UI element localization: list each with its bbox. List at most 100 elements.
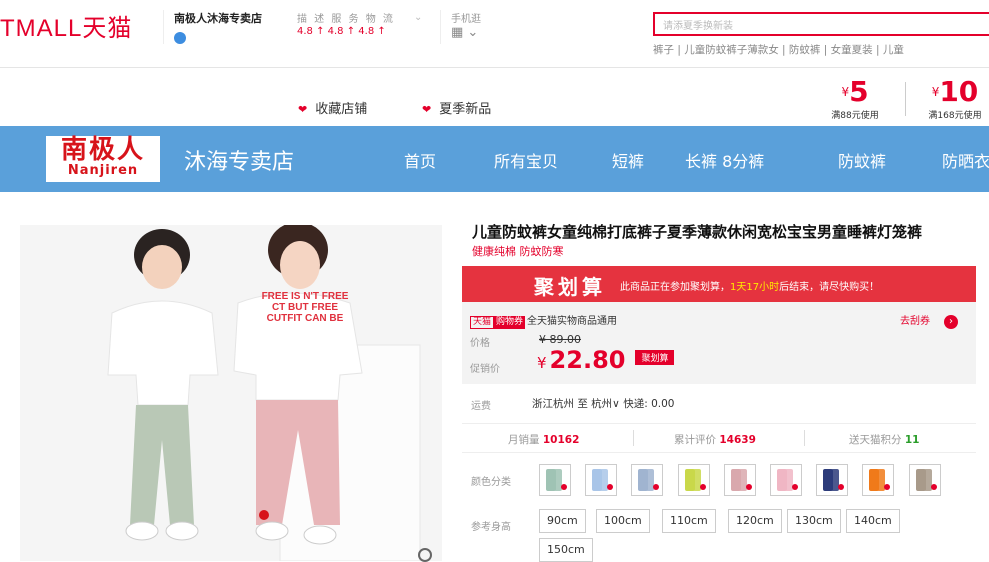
size-option[interactable]: 90cm [539,509,586,533]
original-price: ¥ 89.00 [539,333,581,346]
stat-value: 10162 [542,434,580,446]
rating-labels: 描 述 服 务 物 流 [297,14,395,25]
product-title: 儿童防蚊裤女童纯棉打底裤子夏季薄款休闲宽松宝宝男童睡裤灯笼裤 [472,223,923,241]
jhs-countdown: 1天17小时 [730,282,780,293]
tmall-tag: 天猫 [470,316,495,329]
zoom-icon[interactable] [418,548,432,562]
currency-symbol: ¥ [537,354,547,372]
nav-mosquito-pants[interactable]: 防蚊裤 [838,148,886,172]
heart-icon: ❤ [298,103,308,116]
coupon-5[interactable]: ¥5 满88元使用 [815,78,895,122]
shop-name[interactable]: 南极人沐海专卖店 [174,10,285,26]
nav-shorts[interactable]: 短裤 [612,148,644,172]
color-swatch[interactable] [908,464,941,496]
get-coupon-label: 去刮券 [900,316,930,327]
top-bar: TMALL天猫 南极人沐海专卖店 描 述 服 务 物 流 4.8 ↑ 4.8 ↑… [0,0,989,68]
swatch-brand-icon [607,484,614,490]
size-label: 参考身高 [471,522,511,533]
stat-divider [804,430,805,446]
monthly-sales: 月销量 10162 [508,432,579,447]
brand-logo-en: Nanjiren [67,163,139,178]
stat-label: 月销量 [508,434,540,446]
coupon-condition: 满88元使用 [831,111,879,121]
size-option[interactable]: 100cm [596,509,650,533]
jhs-note-prefix: 此商品正在参加聚划算， [620,282,730,293]
nav-sun-jacket[interactable]: 防晒衣 [942,148,989,172]
stat-label: 送天猫积分 [849,434,902,446]
jhs-note-suffix: 后结束，请尽快购买！ [779,282,880,293]
coupon-divider [905,82,906,116]
stats-row: 月销量 10162 累计评价 14639 送天猫积分 11 [462,423,976,453]
shirt-slogan: FREE IS N'T FREE CT BUT FREE CUTFIT CAN … [261,291,349,324]
color-swatch[interactable] [770,464,802,496]
total-reviews[interactable]: 累计评价 14639 [674,432,756,447]
mobile-shop[interactable]: 手机逛 ▦ ⌄ [440,10,481,44]
color-swatch[interactable] [631,464,664,496]
price-box: 天猫 购物券 全天猫实物商品通用 去刮券 › 价格 ¥ 89.00 促销价 ¥22.8… [462,302,976,384]
coupon-tag: 购物券 [494,316,526,329]
swatch-brand-icon [699,484,706,490]
shipping-value[interactable]: 浙江杭州 至 杭州∨ 快递: 0.00 [532,396,674,411]
get-coupon-button[interactable]: 去刮券 › [900,312,958,329]
summer-new-button[interactable]: ❤ 夏季新品 [422,98,491,117]
mobile-label: 手机逛 [451,14,481,25]
search-input[interactable]: 请添夏季换新装 [653,12,989,36]
jhs-note: 此商品正在参加聚划算，1天17小时后结束，请尽快购买！ [620,278,879,293]
product-subtitle: 健康纯棉 防蚊防寒 [472,245,564,258]
color-swatch[interactable] [862,464,895,496]
tmall-points: 送天猫积分 11 [849,432,919,447]
promo-price-value: 22.80 [549,346,626,374]
nav-all-items[interactable]: 所有宝贝 [494,148,558,172]
tmall-coupon-line: 天猫 购物券 全天猫实物商品通用 [470,312,617,329]
store-nav-bar: 南极人 Nanjiren 沐海专卖店 首页 所有宝贝 短裤 长裤 8分裤 防蚊裤… [0,126,989,192]
swatch-brand-icon [561,484,567,490]
coupon-condition: 满168元使用 [928,111,982,121]
collect-shop-button[interactable]: ❤ 收藏店铺 [298,98,367,117]
size-option[interactable]: 120cm [728,509,782,533]
nav-home[interactable]: 首页 [404,148,436,172]
coupon-text: 全天猫实物商品通用 [527,316,618,327]
size-option[interactable]: 110cm [662,509,716,533]
chevron-down-icon[interactable]: ⌄ [414,12,422,23]
swatch-brand-icon [838,484,845,490]
shop-info[interactable]: 南极人沐海专卖店 [163,10,285,44]
size-option[interactable]: 150cm [539,538,593,562]
fav-row: ❤ 收藏店铺 ❤ 夏季新品 ¥5 满88元使用 ¥10 满168元使用 [0,68,989,126]
store-name: 沐海专卖店 [184,150,295,175]
stat-divider [633,430,634,446]
color-swatch[interactable] [585,464,618,496]
promo-price: ¥22.80 聚划算 [537,346,675,374]
swatch-brand-icon [745,484,752,490]
color-swatch[interactable] [677,464,710,496]
rating-values: 4.8 ↑ 4.8 ↑ 4.8 ↑ [297,26,386,37]
tmall-logo[interactable]: TMALL天猫 [0,8,132,43]
product-photo: FREE IS N'T FREE CT BUT FREE CUTFIT CAN … [20,225,442,561]
summer-new-label: 夏季新品 [439,102,492,117]
coupon-amount: 10 [939,75,979,108]
swatch-brand-icon [792,484,798,490]
heart-icon: ❤ [422,103,432,116]
shipping-label: 运费 [471,401,491,412]
price-label: 价格 [470,338,490,349]
swatch-brand-icon [884,484,891,490]
size-option[interactable]: 140cm [846,509,900,533]
jhs-logo: 聚划算 [534,275,606,299]
arrow-right-icon: › [944,315,958,329]
stat-label: 累计评价 [674,434,716,446]
brand-logo[interactable]: 南极人 Nanjiren [46,136,160,182]
promo-price-label: 促销价 [470,364,500,375]
color-swatch[interactable] [723,464,756,496]
shop-badge-icon [174,32,186,44]
color-swatch[interactable] [539,464,571,496]
qrcode-icon: ▦ ⌄ [451,25,479,40]
stat-value: 11 [904,434,920,446]
brand-logo-cn: 南极人 [60,135,145,165]
collect-label: 收藏店铺 [315,102,368,117]
color-swatch[interactable] [816,464,849,496]
product-main-image[interactable]: FREE IS N'T FREE CT BUT FREE CUTFIT CAN … [20,225,442,561]
hot-search-words[interactable]: 裤子 | 儿童防蚊裤子薄款女 | 防蚊裤 | 女童夏装 | 儿童 [653,42,904,57]
coupon-10[interactable]: ¥10 满168元使用 [915,75,989,122]
size-option[interactable]: 130cm [787,509,841,533]
jhs-banner[interactable]: 聚划算 此商品正在参加聚划算，1天17小时后结束，请尽快购买！ [462,266,976,302]
nav-long-pants[interactable]: 长裤 8分裤 [685,148,764,172]
